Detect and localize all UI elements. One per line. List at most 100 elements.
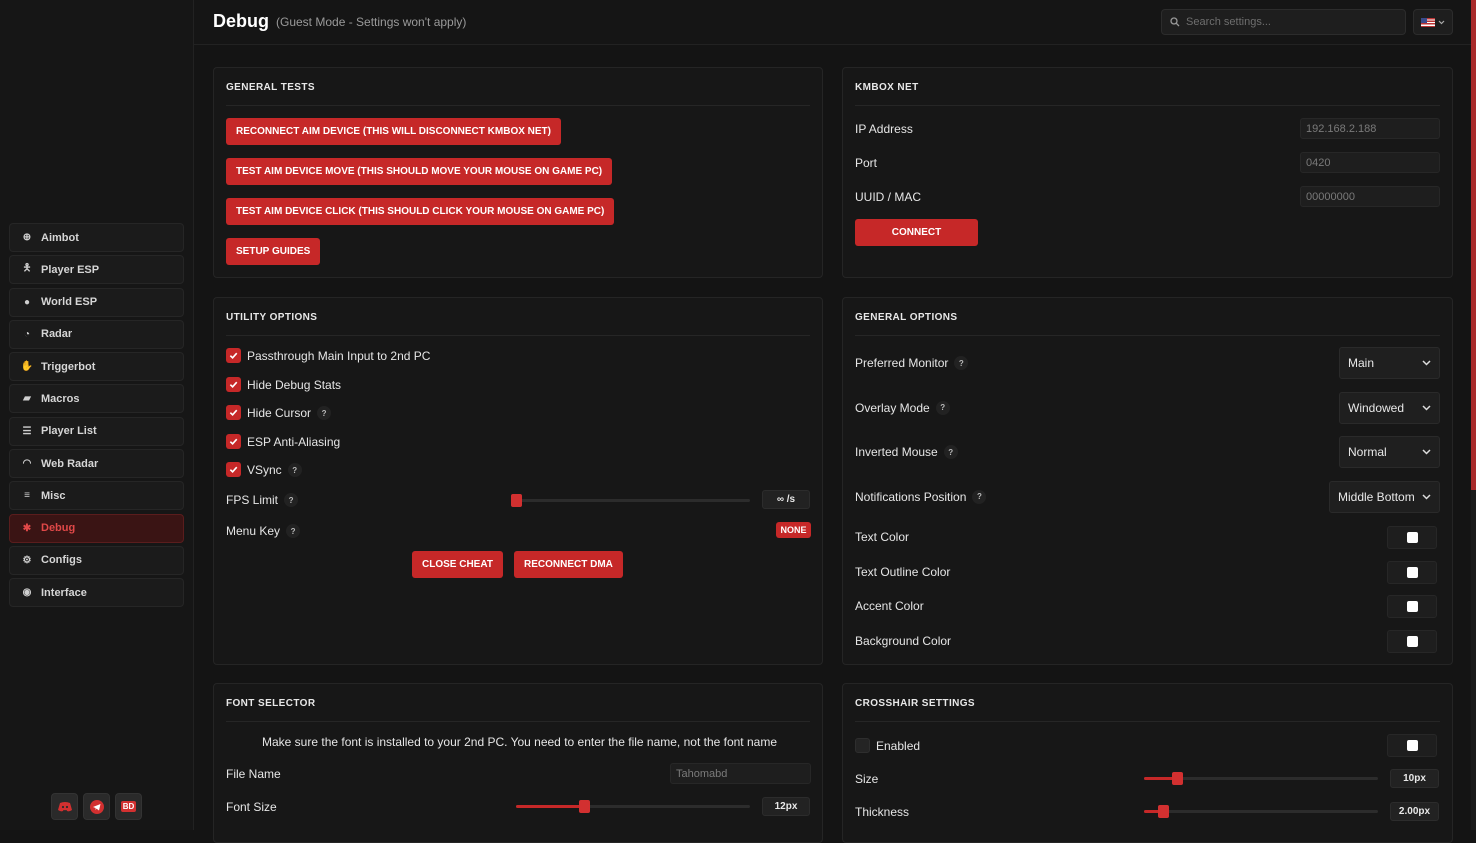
port-field[interactable]: 0420 (1300, 152, 1440, 173)
color-label: Text Color (855, 530, 910, 544)
help-icon[interactable]: ? (954, 356, 969, 370)
fps-limit-text: FPS Limit (226, 493, 279, 507)
uuid-mac-field[interactable]: 00000000 (1300, 186, 1440, 207)
select-label: Preferred Monitor? (855, 356, 969, 370)
option-dropdown[interactable]: Main (1339, 347, 1440, 379)
option-checkbox[interactable] (226, 405, 241, 421)
sidebar-item-web-radar[interactable]: ◠ Web Radar (9, 449, 184, 479)
hand-icon: ✋ (20, 361, 34, 373)
chevron-down-icon (1422, 449, 1431, 455)
sidebar-item-label: Player ESP (41, 263, 100, 276)
crosshair-enabled-checkbox[interactable] (855, 738, 870, 753)
list-icon: ☰ (22, 425, 32, 437)
fps-limit-value: ∞ /s (762, 490, 810, 509)
reconnect-aim-device-button[interactable]: RECONNECT AIM DEVICE (THIS WILL DISCONNE… (226, 118, 561, 145)
discord-icon[interactable] (51, 793, 78, 820)
crosshair-settings-panel: CROSSHAIR SETTINGS Enabled Size 10px Thi… (842, 683, 1453, 843)
menu-key-button[interactable]: NONE (776, 522, 811, 538)
color-preview (1406, 601, 1418, 613)
option-dropdown[interactable]: Middle Bottom (1329, 480, 1440, 513)
ip-address-field[interactable]: 192.168.2.188 (1300, 118, 1440, 139)
font-size-slider[interactable] (516, 800, 750, 813)
file-name-field[interactable]: Tahomabd (670, 763, 811, 784)
font-selector-panel: FONT SELECTOR Make sure the font is inst… (213, 683, 823, 843)
dropdown-value: Windowed (1348, 400, 1405, 415)
dropdown-value: Middle Bottom (1338, 489, 1415, 504)
sidebar-item-player-esp[interactable]: 🯅 Player ESP (9, 255, 184, 285)
sidebar-item-world-esp[interactable]: ● World ESP (9, 287, 184, 317)
telegram-icon[interactable] (83, 793, 110, 820)
reconnect-dma-button[interactable]: RECONNECT DMA (514, 551, 623, 578)
test-aim-move-button[interactable]: TEST AIM DEVICE MOVE (THIS SHOULD MOVE Y… (226, 158, 613, 185)
slider-knob[interactable] (578, 800, 590, 813)
sidebar-item-label: Misc (41, 489, 66, 502)
option-dropdown[interactable]: Windowed (1339, 391, 1440, 424)
connect-button[interactable]: CONNECT (855, 219, 978, 246)
color-label: Background Color (855, 633, 952, 648)
option-label: Hide Debug Stats (247, 378, 341, 392)
page-title: Debug (213, 11, 269, 31)
test-aim-click-button[interactable]: TEST AIM DEVICE CLICK (THIS SHOULD CLICK… (226, 198, 615, 225)
help-icon[interactable]: ? (287, 463, 302, 478)
fps-limit-slider[interactable] (511, 494, 750, 507)
search-box (1161, 9, 1406, 35)
crosshair-size-value: 10px (1390, 769, 1439, 788)
help-icon[interactable]: ? (935, 400, 950, 415)
bd-icon[interactable]: BD (115, 793, 142, 820)
sidebar-item-label: Aimbot (41, 231, 79, 244)
sidebar-item-radar[interactable]: ◔ Radar (9, 319, 184, 349)
sidebar-item-player-list[interactable]: ☰ Player List (9, 416, 184, 446)
topbar: Debug (Guest Mode - Settings won't apply… (194, 0, 1476, 45)
sidebar-item-label: Radar (41, 328, 73, 341)
option-checkbox[interactable] (226, 462, 241, 478)
menu-icon: ≡ (24, 490, 30, 502)
kmbox-net-panel: KMBOX NET IP Address 192.168.2.188 Port … (842, 67, 1453, 278)
language-select[interactable] (1413, 9, 1453, 35)
option-checkbox[interactable] (226, 348, 241, 363)
color-swatch[interactable] (1387, 629, 1437, 653)
crosshair-size-slider[interactable] (1144, 772, 1378, 785)
port-label: Port (855, 156, 878, 170)
wifi-icon: ◠ (22, 458, 32, 470)
sidebar-item-triggerbot[interactable]: ✋ Triggerbot (9, 352, 184, 382)
sidebar-item-configs[interactable]: ⚙ Configs (9, 545, 184, 575)
setup-guides-button[interactable]: SETUP GUIDES (226, 238, 321, 265)
sidebar-nav: ⊕ Aimbot 🯅 Player ESP ● World ESP ◔ Radar ✋ T… (9, 223, 184, 611)
help-icon[interactable]: ? (286, 524, 301, 538)
scrollbar-thumb[interactable] (1471, 0, 1476, 490)
help-icon[interactable]: ? (972, 489, 987, 504)
dropdown-value: Main (1348, 356, 1375, 370)
page-scrollbar[interactable] (1471, 0, 1476, 830)
option-dropdown[interactable]: Normal (1339, 436, 1440, 469)
close-cheat-button[interactable]: CLOSE CHEAT (412, 551, 503, 578)
sidebar-item-macros[interactable]: ▰ Macros (9, 384, 184, 414)
slider-knob[interactable] (1171, 772, 1183, 785)
crosshair-color-swatch[interactable] (1387, 734, 1437, 757)
color-swatch[interactable] (1387, 526, 1437, 549)
sidebar-item-aimbot[interactable]: ⊕ Aimbot (9, 223, 184, 252)
uuid-mac-label: UUID / MAC (855, 190, 921, 204)
option-checkbox[interactable] (226, 433, 241, 449)
dropdown-value: Normal (1348, 445, 1387, 460)
sidebar-item-debug[interactable]: ✱ Debug (9, 513, 184, 543)
option-checkbox[interactable] (226, 376, 241, 392)
gear-icon: ⚙ (22, 554, 32, 566)
help-icon[interactable]: ? (317, 406, 332, 421)
sidebar-item-interface[interactable]: ◉ Interface (9, 578, 184, 608)
help-icon[interactable]: ? (943, 445, 958, 460)
ip-address-label: IP Address (855, 122, 913, 136)
sidebar-item-misc[interactable]: ≡ Misc (9, 481, 184, 511)
color-preview (1406, 635, 1418, 647)
chevron-down-icon (1438, 20, 1445, 24)
crosshair-thickness-slider[interactable] (1144, 805, 1378, 818)
help-icon[interactable]: ? (284, 493, 299, 507)
slider-knob[interactable] (511, 494, 522, 507)
color-swatch[interactable] (1387, 595, 1437, 619)
search-input[interactable] (1186, 16, 1386, 28)
color-swatch[interactable] (1387, 560, 1437, 584)
panel-title: UTILITY OPTIONS (226, 312, 318, 323)
color-label: Accent Color (855, 599, 924, 614)
menu-key-text: Menu Key (226, 524, 281, 538)
slider-knob[interactable] (1157, 805, 1169, 818)
select-label-text: Preferred Monitor (855, 356, 949, 370)
